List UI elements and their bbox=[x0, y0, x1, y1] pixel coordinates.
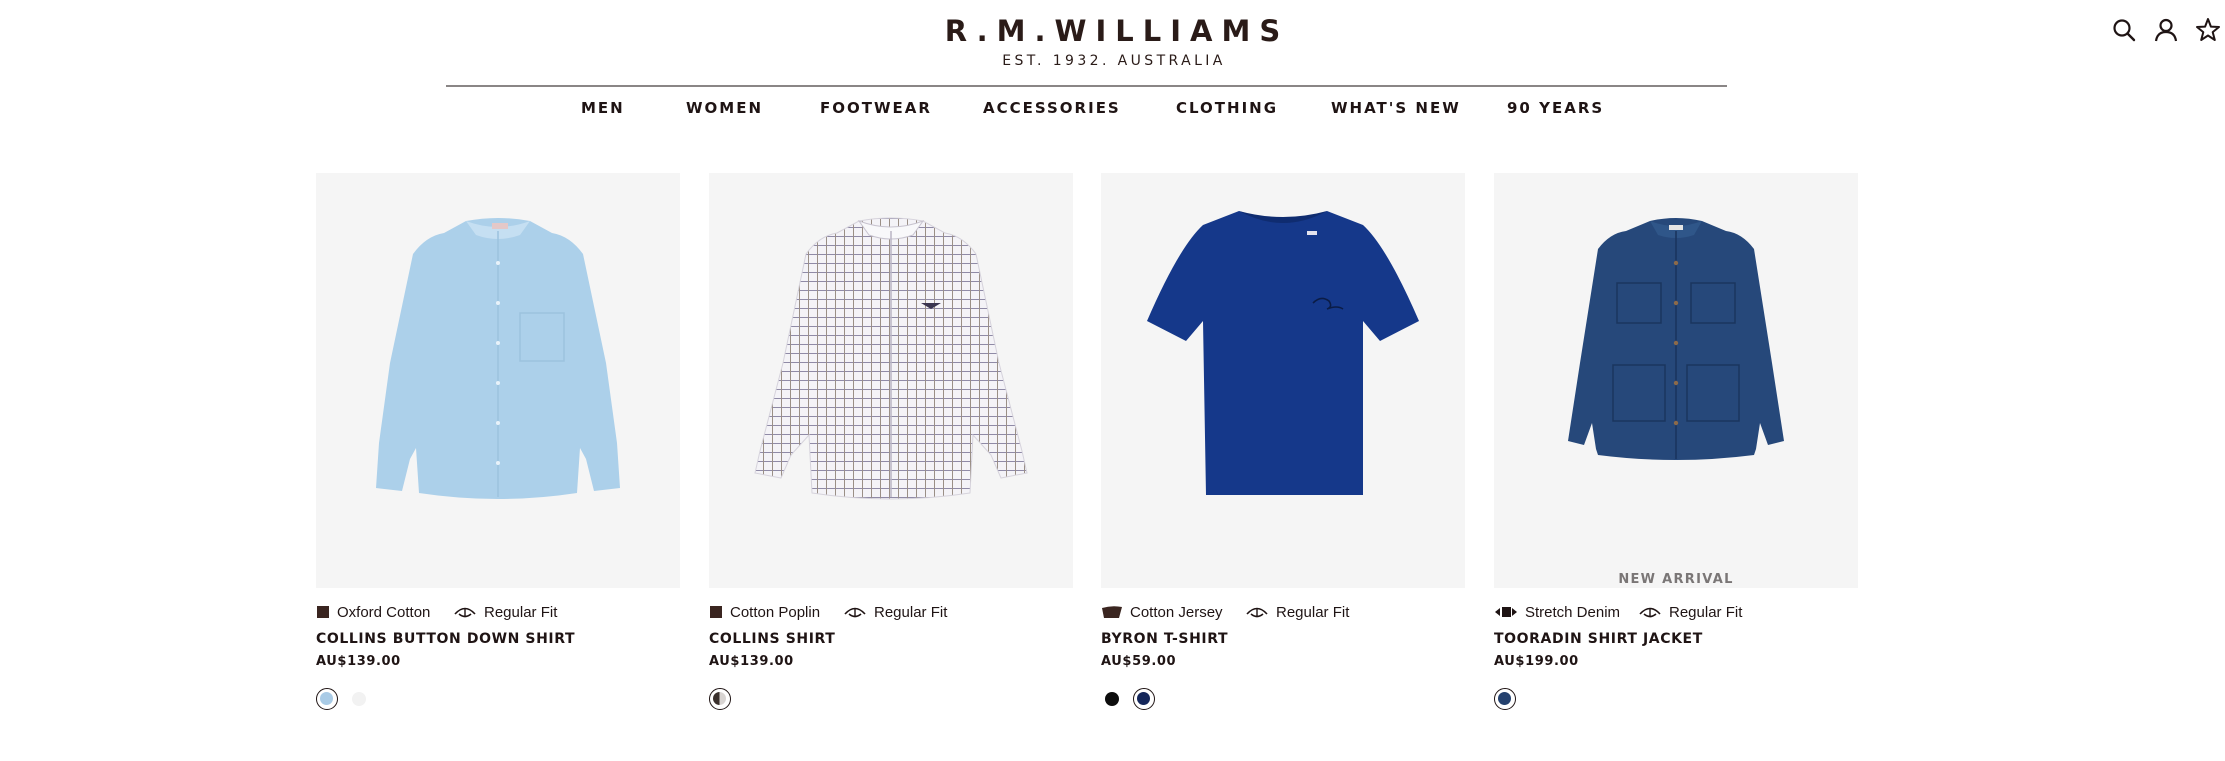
fit-attribute: Regular Fit bbox=[453, 602, 557, 622]
color-swatch-denim[interactable] bbox=[1494, 688, 1516, 710]
tshirt-image bbox=[1147, 211, 1419, 495]
color-swatches bbox=[1101, 688, 1465, 710]
product-card[interactable]: Cotton Poplin Regular Fit COLLINS SHIRT … bbox=[709, 173, 1073, 710]
search-icon[interactable] bbox=[2109, 15, 2139, 45]
swatch-dot bbox=[320, 692, 333, 705]
product-attributes: Oxford Cotton Regular Fit bbox=[316, 602, 680, 622]
fabric-attribute: Stretch Denim bbox=[1494, 602, 1620, 622]
nav-women[interactable]: WOMEN bbox=[686, 99, 763, 117]
product-card[interactable]: Cotton Jersey Regular Fit BYRON T-SHIRT … bbox=[1101, 173, 1465, 710]
nav-90-years[interactable]: 90 YEARS bbox=[1507, 99, 1604, 117]
shirt-image bbox=[754, 217, 1028, 500]
product-badge: NEW ARRIVAL bbox=[1618, 572, 1734, 587]
color-swatch-check[interactable] bbox=[709, 688, 731, 710]
swatch-dot bbox=[352, 692, 366, 706]
nav-men[interactable]: MEN bbox=[581, 99, 625, 117]
swatch-dot bbox=[1137, 692, 1150, 705]
color-swatch-white[interactable] bbox=[348, 688, 370, 710]
product-name[interactable]: BYRON T-SHIRT bbox=[1101, 630, 1465, 648]
product-attributes: Cotton Poplin Regular Fit bbox=[709, 602, 1073, 622]
fabric-label: Oxford Cotton bbox=[337, 603, 431, 621]
color-swatch-navy[interactable] bbox=[1133, 688, 1155, 710]
color-swatches bbox=[1494, 688, 1858, 710]
fit-icon bbox=[1246, 607, 1268, 618]
fabric-attribute: Cotton Jersey bbox=[1101, 602, 1223, 622]
brand-logo[interactable]: R.M.WILLIAMS EST. 1932. AUSTRALIA bbox=[0, 14, 2225, 69]
fit-attribute: Regular Fit bbox=[1638, 602, 1742, 622]
color-swatch-light-blue[interactable] bbox=[316, 688, 338, 710]
nav-footwear[interactable]: FOOTWEAR bbox=[820, 99, 932, 117]
product-image[interactable]: NEW ARRIVAL bbox=[1494, 173, 1858, 588]
fabric-attribute: Cotton Poplin bbox=[709, 602, 820, 622]
product-card[interactable]: NEW ARRIVAL Stretch Denim Regular Fit TO… bbox=[1494, 173, 1858, 710]
color-swatches bbox=[709, 688, 1073, 710]
stretch-fabric-icon bbox=[1495, 607, 1517, 617]
product-card[interactable]: Oxford Cotton Regular Fit COLLINS BUTTON… bbox=[316, 173, 680, 710]
nav-clothing[interactable]: CLOTHING bbox=[1176, 99, 1278, 117]
fabric-label: Stretch Denim bbox=[1525, 603, 1621, 621]
header-divider bbox=[446, 85, 1727, 87]
color-swatches bbox=[316, 688, 680, 710]
product-name[interactable]: COLLINS SHIRT bbox=[709, 630, 1073, 648]
swatch-dot bbox=[713, 692, 726, 705]
header-icons bbox=[2105, 15, 2225, 45]
fabric-label: Cotton Jersey bbox=[1130, 603, 1223, 621]
fit-icon bbox=[844, 607, 866, 618]
fit-label: Regular Fit bbox=[484, 603, 558, 621]
nav-accessories[interactable]: ACCESSORIES bbox=[983, 99, 1121, 117]
product-price: AU$139.00 bbox=[316, 654, 401, 669]
product-image[interactable] bbox=[709, 173, 1073, 588]
fit-label: Regular Fit bbox=[1669, 603, 1743, 621]
fit-icon bbox=[1639, 607, 1661, 618]
jersey-fabric-icon bbox=[1102, 606, 1122, 618]
fit-label: Regular Fit bbox=[1276, 603, 1350, 621]
fabric-label: Cotton Poplin bbox=[730, 603, 821, 621]
swatch-dot bbox=[1105, 692, 1119, 706]
fabric-swatch-icon bbox=[317, 606, 329, 618]
brand-tagline: EST. 1932. AUSTRALIA bbox=[1002, 53, 1226, 69]
jacket-image bbox=[1568, 218, 1784, 460]
fit-attribute: Regular Fit bbox=[1245, 602, 1349, 622]
wishlist-star-icon[interactable] bbox=[2193, 15, 2223, 45]
fit-icon bbox=[454, 607, 476, 618]
fit-label: Regular Fit bbox=[874, 603, 948, 621]
account-icon[interactable] bbox=[2151, 15, 2181, 45]
product-name[interactable]: TOORADIN SHIRT JACKET bbox=[1494, 630, 1858, 648]
product-price: AU$59.00 bbox=[1101, 654, 1177, 669]
swatch-dot bbox=[1498, 692, 1511, 705]
product-price: AU$139.00 bbox=[709, 654, 794, 669]
nav-whats-new[interactable]: WHAT'S NEW bbox=[1331, 99, 1461, 117]
brand-name: R.M.WILLIAMS bbox=[944, 14, 1290, 48]
product-attributes: Stretch Denim Regular Fit bbox=[1494, 602, 1858, 622]
product-image[interactable] bbox=[316, 173, 680, 588]
fabric-swatch-icon bbox=[710, 606, 722, 618]
main-nav: MEN WOMEN FOOTWEAR ACCESSORIES CLOTHING … bbox=[0, 99, 2225, 119]
color-swatch-black[interactable] bbox=[1101, 688, 1123, 710]
product-name[interactable]: COLLINS BUTTON DOWN SHIRT bbox=[316, 630, 680, 648]
product-image[interactable] bbox=[1101, 173, 1465, 588]
fabric-attribute: Oxford Cotton bbox=[316, 602, 430, 622]
product-attributes: Cotton Jersey Regular Fit bbox=[1101, 602, 1465, 622]
shirt-image bbox=[376, 218, 620, 499]
product-price: AU$199.00 bbox=[1494, 654, 1579, 669]
fit-attribute: Regular Fit bbox=[843, 602, 947, 622]
